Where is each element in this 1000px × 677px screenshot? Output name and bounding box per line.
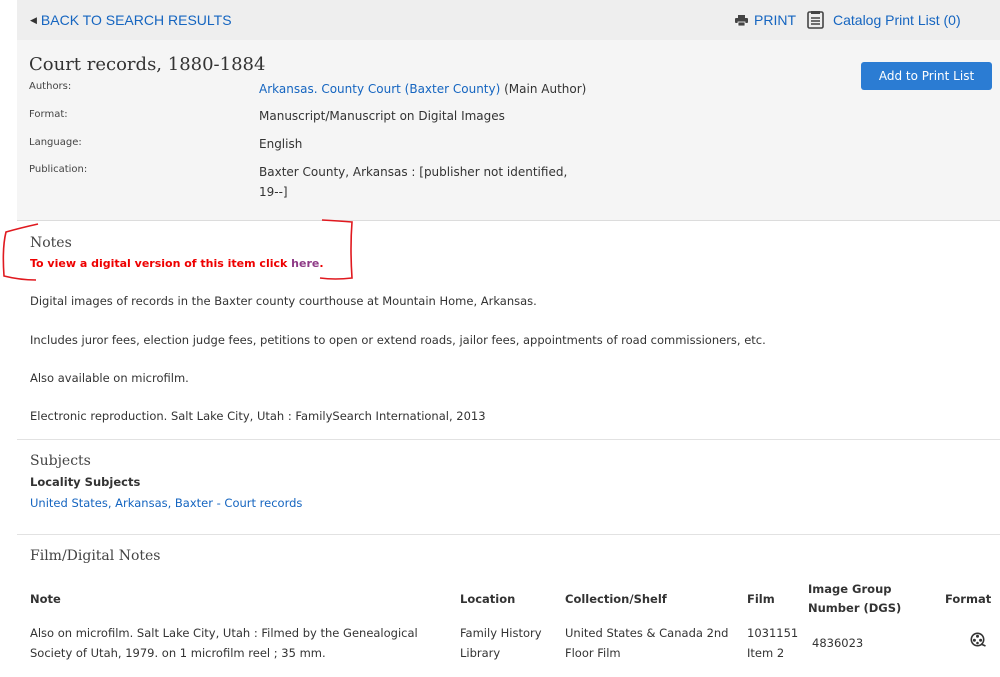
row-note-cell: Also on microfilm. Salt Lake City, Utah … [30,623,418,663]
subject-link[interactable]: United States, Arkansas, Baxter - Court … [30,496,302,510]
row-film-cell: 1031151 Item 2 [747,623,798,663]
print-label: PRINT [754,12,796,28]
film-reel-icon[interactable] [970,632,986,648]
row-location-line-1: Family History [460,626,542,640]
row-film-line-1: 1031151 [747,626,799,640]
row-collection-line-1: United States & Canada 2nd [565,626,729,640]
subjects-heading: Subjects [30,453,91,469]
dgs-header-line-2: Number (DGS) [808,601,902,615]
publication-line-2: 19--] [259,185,288,199]
column-header-film: Film [747,592,775,606]
row-film-line-2: Item 2 [747,646,785,660]
digital-note-text: To view a digital version of this item c… [30,257,292,270]
red-bracket-annotation [2,219,353,281]
catalog-print-list-link[interactable]: Catalog Print List (0) [807,11,961,29]
digital-version-note: To view a digital version of this item c… [30,257,324,270]
note-paragraph: Includes juror fees, election judge fees… [30,333,766,347]
section-divider [17,439,1000,440]
authors-value: Arkansas. County Court (Baxter County) (… [259,79,586,99]
row-dgs-cell: 4836023 [812,636,864,650]
author-link[interactable]: Arkansas. County Court (Baxter County) [259,82,500,96]
record-header: Court records, 1880-1884 Add to Print Li… [17,40,1000,221]
publication-label: Publication: [29,164,88,175]
add-to-print-list-button[interactable]: Add to Print List [861,62,992,90]
format-value: Manuscript/Manuscript on Digital Images [259,109,505,123]
top-bar: ◀ BACK TO SEARCH RESULTS PRINT Catalog P… [17,0,1000,40]
language-value: English [259,137,303,151]
row-collection-line-2: Floor Film [565,646,621,660]
catalog-print-list-label: Catalog Print List (0) [833,12,961,28]
row-location-link[interactable]: Family History Library [460,623,542,663]
printer-icon [735,14,748,26]
back-arrow-icon: ◀ [30,14,37,25]
column-header-collection: Collection/Shelf [565,592,667,606]
digital-note-period: . [319,257,324,270]
digital-version-link[interactable]: here [291,257,319,270]
dgs-header-line-1: Image Group [808,582,892,596]
format-label: Format: [29,109,68,120]
column-header-format: Format [945,592,992,606]
author-role: (Main Author) [504,82,587,96]
print-list-icon [807,11,824,29]
note-paragraph: Digital images of records in the Baxter … [30,294,537,308]
note-paragraph: Electronic reproduction. Salt Lake City,… [30,409,486,423]
row-location-line-2: Library [460,646,501,660]
film-digital-notes-heading: Film/Digital Notes [30,548,161,564]
record-title: Court records, 1880-1884 [29,54,266,75]
notes-heading: Notes [30,235,72,251]
section-divider [17,534,1000,535]
publication-line-1: Baxter County, Arkansas : [publisher not… [259,165,568,179]
publication-value: Baxter County, Arkansas : [publisher not… [259,162,567,202]
column-header-location: Location [460,592,516,606]
row-note-line-2: Society of Utah, 1979. on 1 microfilm re… [30,646,326,660]
column-header-note: Note [30,592,61,606]
locality-subjects-heading: Locality Subjects [30,475,141,489]
row-collection-cell: United States & Canada 2nd Floor Film [565,623,728,663]
language-label: Language: [29,137,82,148]
row-note-line-1: Also on microfilm. Salt Lake City, Utah … [30,626,418,640]
note-paragraph: Also available on microfilm. [30,371,189,385]
column-header-dgs: Image Group Number (DGS) [808,580,901,618]
back-to-search-results-link[interactable]: ◀ BACK TO SEARCH RESULTS [30,12,232,28]
authors-label: Authors: [29,81,72,92]
back-link-label: BACK TO SEARCH RESULTS [40,12,232,28]
print-link[interactable]: PRINT [735,12,796,28]
